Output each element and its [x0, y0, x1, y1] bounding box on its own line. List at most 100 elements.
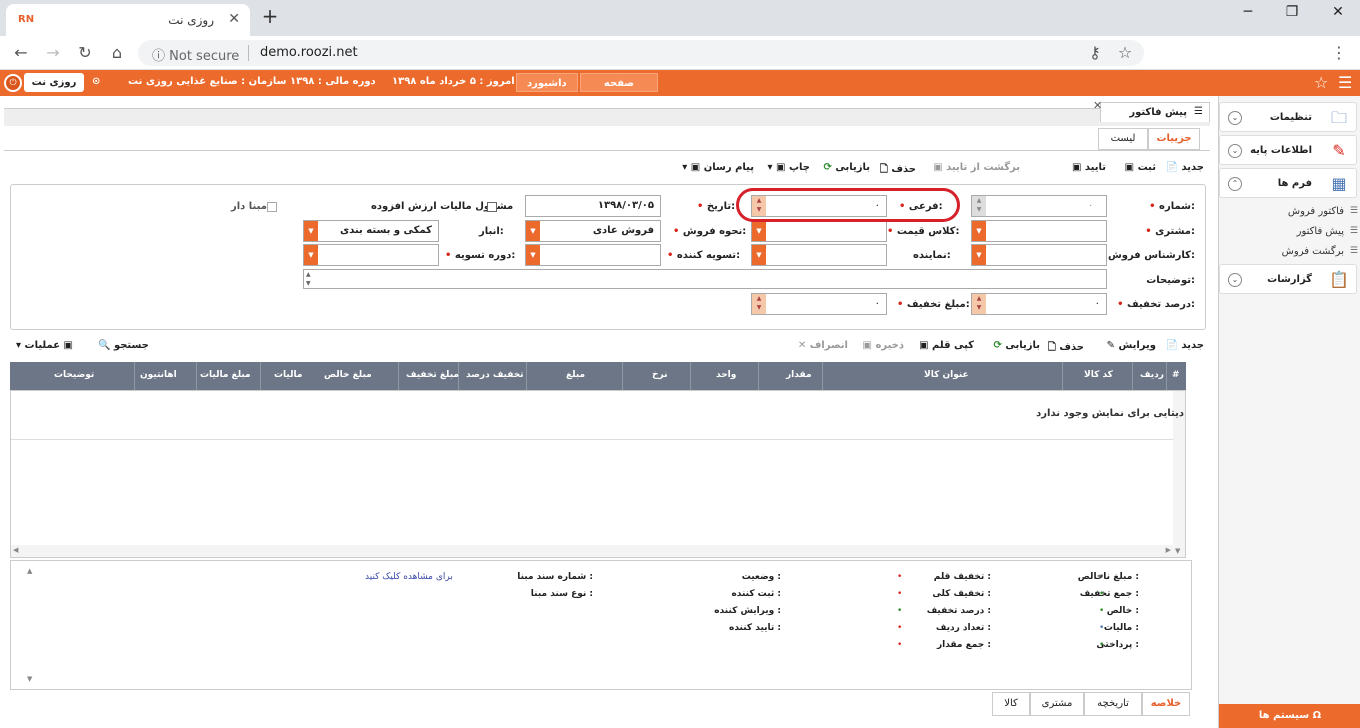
column-header[interactable]: تخفیف درصد	[466, 370, 524, 380]
number-input[interactable]: ▲ ▼ ۰	[971, 195, 1107, 217]
chevron-down-icon[interactable]: ▼	[752, 245, 766, 265]
hamburger-menu-icon[interactable]: ☰	[1338, 73, 1352, 92]
approve-button[interactable]: ▣ تایید	[1072, 162, 1106, 173]
new-tab-button[interactable]: +	[256, 5, 284, 29]
base-checkbox[interactable]	[267, 202, 277, 212]
chevron-down-icon[interactable]: ⌄	[1228, 111, 1242, 125]
save-button[interactable]: ▣ ثبت	[1125, 162, 1156, 173]
power-icon[interactable]: ⏻	[4, 74, 22, 92]
settle-period-select[interactable]: ▼	[303, 244, 439, 266]
column-header[interactable]: واحد	[716, 370, 736, 380]
back-icon[interactable]: ←	[10, 42, 32, 64]
spinner-icon[interactable]: ▲ ▼	[306, 270, 311, 288]
forward-icon[interactable]: →	[42, 42, 64, 64]
column-header[interactable]: مقدار	[786, 370, 812, 380]
click-to-view-link[interactable]: برای مشاهده کلیک کنید	[365, 572, 453, 582]
column-header[interactable]: کد کالا	[1084, 370, 1113, 380]
description-input[interactable]: ▲ ▼	[303, 269, 1107, 289]
column-header[interactable]: مبلغ تخفیف	[406, 370, 459, 380]
copy-item-button[interactable]: ▣ کپی قلم	[919, 340, 974, 351]
print-button[interactable]: ▾ ▣ چاپ	[768, 162, 810, 173]
sidebar-subitem-proforma[interactable]: ☰ پیش فاکتور	[1297, 226, 1358, 237]
operations-button[interactable]: ▾ عملیات ▣	[16, 340, 73, 351]
grid-reload-button[interactable]: ⟳ بازیابی	[993, 340, 1040, 351]
tab-customer[interactable]: مشتری	[1030, 692, 1084, 716]
new-button[interactable]: 📄 جدید	[1166, 162, 1204, 173]
delete-button[interactable]: 🗋 حذف	[880, 162, 916, 179]
spinner-icon[interactable]: ▲ ▼	[972, 294, 986, 314]
sidebar-item-settings[interactable]: 🗀 تنظیمات ⌄	[1219, 102, 1357, 132]
column-header[interactable]: مالیات	[274, 370, 302, 380]
column-header[interactable]: اهانتیون	[140, 370, 177, 380]
favorites-star-icon[interactable]: ☆	[1314, 73, 1328, 92]
agent-select[interactable]: ▼	[751, 244, 887, 266]
browser-tab[interactable]: RN روزی نت ✕	[6, 4, 250, 36]
chevron-down-icon[interactable]: ▼	[304, 221, 318, 241]
grid-delete-button[interactable]: 🗋 حذف	[1048, 340, 1084, 357]
grid-new-button[interactable]: 📄 جدید	[1166, 340, 1204, 351]
chevron-down-icon[interactable]: ▼	[526, 221, 540, 241]
search-button[interactable]: 🔍 جستجو	[98, 340, 149, 351]
grid-save-button[interactable]: ▣ ذخیره	[863, 340, 904, 351]
security-indicator[interactable]: ⓘ Not secure	[152, 45, 239, 64]
close-tab-icon[interactable]: ✕	[228, 11, 240, 27]
tab-summary[interactable]: خلاصه	[1142, 692, 1190, 716]
browser-menu-icon[interactable]: ⋮	[1328, 42, 1350, 64]
start-page-button[interactable]: صفحه نخست	[580, 73, 658, 108]
tab-history[interactable]: تاریخچه	[1084, 692, 1142, 716]
settler-select[interactable]: ▼	[525, 244, 661, 266]
column-header[interactable]: توضیحات	[54, 370, 94, 380]
dashboard-button[interactable]: داشبورد	[516, 73, 578, 92]
unapprove-button[interactable]: ▣ برگشت از تایید	[933, 162, 1020, 173]
grid-edit-button[interactable]: ✎ ویرایش	[1107, 340, 1156, 351]
close-doc-icon[interactable]: ✕	[1093, 99, 1102, 112]
chevron-down-icon[interactable]: ⌄	[1228, 273, 1242, 287]
sidebar-item-base-info[interactable]: ✎ اطلاعات پایه ⌄	[1219, 135, 1357, 165]
maximize-icon[interactable]: ❐	[1280, 4, 1304, 24]
bookmark-star-icon[interactable]: ☆	[1114, 42, 1136, 64]
discount-percent-input[interactable]: ▲ ▼ ۰	[971, 293, 1107, 315]
warehouse-select[interactable]: ▼ کمکی و بسته بندی	[303, 220, 439, 242]
vat-checkbox[interactable]	[487, 202, 497, 212]
column-header[interactable]: مبلغ مالیات	[200, 370, 251, 380]
systems-button[interactable]: سیستم ها Ω	[1219, 704, 1360, 728]
reload-button[interactable]: ⟳ بازیابی	[823, 162, 870, 173]
chevron-up-icon[interactable]: ⌃	[1228, 177, 1242, 191]
tab-details[interactable]: جزییات	[1148, 128, 1200, 150]
date-input[interactable]: ۱۳۹۸/۰۳/۰۵	[525, 195, 661, 217]
spinner-icon[interactable]: ▲ ▼	[752, 294, 766, 314]
column-header[interactable]: #	[1172, 370, 1180, 380]
sidebar-subitem-sales-invoice[interactable]: ☰ فاکتور فروش	[1288, 206, 1358, 217]
sidebar-item-reports[interactable]: 📋 گزارشات ⌄	[1219, 264, 1357, 294]
chevron-down-icon[interactable]: ▼	[304, 245, 318, 265]
home-icon[interactable]: ⌂	[106, 42, 128, 64]
chevron-down-icon[interactable]: ▼	[972, 221, 986, 241]
column-header[interactable]: مبلغ خالص	[324, 370, 372, 380]
doc-tab-proforma[interactable]: پیش فاکتور ☰ ✕	[1093, 99, 1210, 122]
column-header[interactable]: مبلغ	[566, 370, 585, 380]
column-header[interactable]: نرخ	[652, 370, 667, 380]
messenger-button[interactable]: ▾ ▣ پیام رسان	[682, 162, 754, 173]
horizontal-scrollbar[interactable]: ◀ ▶	[11, 545, 1173, 557]
column-header[interactable]: ردیف	[1140, 370, 1164, 380]
customer-select[interactable]: ▼	[971, 220, 1107, 242]
summary-scrollbar[interactable]: ▲ ▼	[27, 567, 37, 683]
chevron-down-icon[interactable]: ▼	[526, 245, 540, 265]
sidebar-subitem-sales-return[interactable]: ☰ برگشت فروش	[1282, 246, 1358, 257]
price-class-select[interactable]: ▼	[751, 220, 887, 242]
sales-expert-select[interactable]: ▼	[971, 244, 1107, 266]
reload-icon[interactable]: ↻	[74, 42, 96, 64]
spinner-icon[interactable]: ▲ ▼	[972, 196, 986, 216]
tab-list[interactable]: لیست	[1098, 128, 1148, 150]
sale-type-select[interactable]: ▼ فروش عادی	[525, 220, 661, 242]
chevron-down-icon[interactable]: ▼	[972, 245, 986, 265]
sidebar-item-forms[interactable]: ▦ فرم ها ⌃	[1219, 168, 1357, 198]
discount-amount-input[interactable]: ▲ ▼ ۰	[751, 293, 887, 315]
close-window-icon[interactable]: ✕	[1326, 4, 1350, 24]
minimize-icon[interactable]: ─	[1236, 4, 1260, 24]
chevron-down-icon[interactable]: ▼	[752, 221, 766, 241]
key-icon[interactable]: ⚷	[1084, 42, 1106, 64]
chevron-down-icon[interactable]: ⌄	[1228, 144, 1242, 158]
grid-cancel-button[interactable]: ✕ انصراف	[798, 340, 848, 351]
column-header[interactable]: عنوان کالا	[924, 370, 969, 380]
